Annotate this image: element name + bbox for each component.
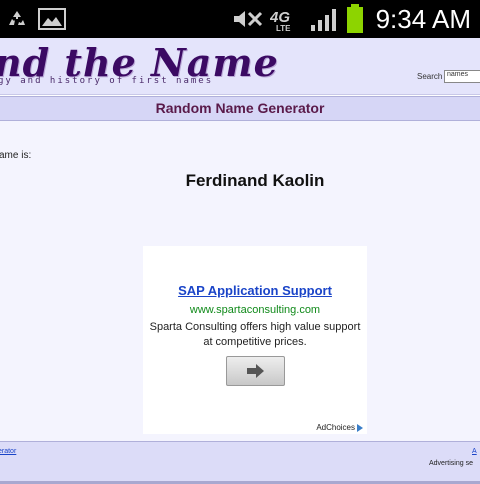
generated-name: Ferdinand Kaolin — [185, 171, 325, 190]
network-4g-icon: 4G LTE — [269, 8, 300, 36]
adchoices-label: AdChoices — [316, 423, 355, 432]
adchoices-icon — [357, 423, 363, 432]
site-footer: erator A Advertising se — [0, 441, 480, 482]
clock: 9:34 AM — [375, 4, 471, 34]
footer-link-right[interactable]: A — [472, 448, 477, 455]
ad-description: Sparta Consulting offers high value supp… — [149, 321, 361, 348]
adchoices-link[interactable]: AdChoices — [316, 423, 363, 432]
mute-icon — [232, 9, 264, 33]
ad-title-link[interactable]: SAP Application Support — [143, 283, 367, 298]
ad-go-button[interactable] — [226, 356, 285, 386]
site-header: nd the Name — [0, 38, 480, 95]
search-label: Search — [417, 72, 443, 81]
search-input[interactable]: names — [444, 70, 480, 83]
footer-link-generator[interactable]: erator — [0, 448, 16, 455]
arrow-right-icon — [247, 364, 264, 378]
site-tagline: gy and history of first names — [0, 76, 214, 86]
recycle-icon — [6, 9, 28, 33]
status-bar: 4G LTE 9:34 AM — [0, 0, 480, 38]
battery-icon — [345, 4, 365, 38]
svg-text:LTE: LTE — [276, 24, 291, 32]
page-title-bar: Random Name Generator — [0, 96, 480, 121]
footer-advertising-text: Advertising se — [429, 460, 473, 467]
ad-url[interactable]: www.spartaconsulting.com — [143, 304, 367, 316]
main-content: ame is: Ferdinand Kaolin SAP Application… — [0, 121, 480, 441]
page-title: Random Name Generator — [155, 100, 325, 116]
result-lead-text: ame is: — [0, 150, 32, 161]
ad-banner[interactable]: SAP Application Support www.spartaconsul… — [143, 246, 367, 434]
signal-icon — [310, 6, 340, 36]
image-icon — [38, 8, 66, 34]
